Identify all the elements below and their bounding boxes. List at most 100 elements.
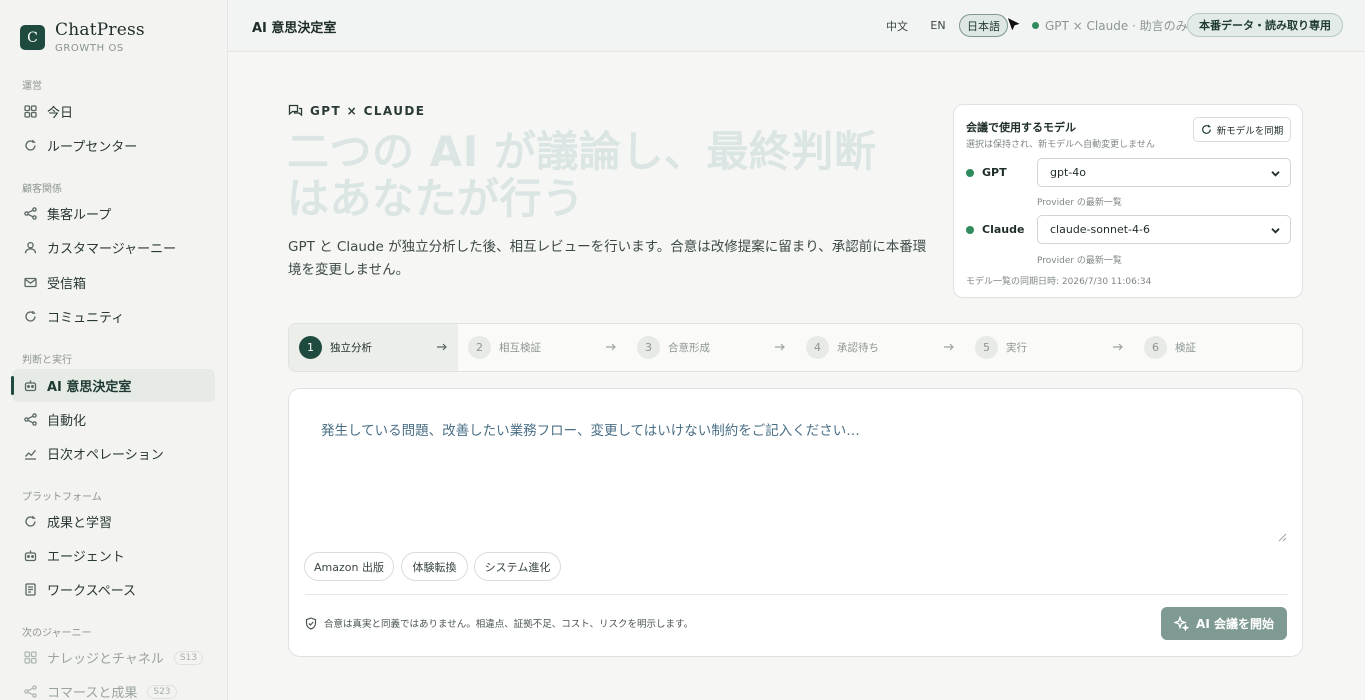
model-card-title: 会議で使用するモデル bbox=[966, 121, 1076, 134]
sidebar-item-inbox[interactable]: 受信箱 bbox=[12, 266, 215, 299]
start-ai-meeting-label: AI 会議を開始 bbox=[1196, 617, 1274, 631]
step-cross-review[interactable]: 2 相互検証 bbox=[458, 324, 627, 371]
consensus-disclaimer-text: 合意は真実と同義ではありません。相違点、証拠不足、コスト、リスクを明示します。 bbox=[324, 619, 694, 630]
step-consensus[interactable]: 3 合意形成 bbox=[627, 324, 796, 371]
sidebar-item-automation[interactable]: 自動化 bbox=[12, 403, 215, 436]
gpt-model-label: GPT bbox=[966, 166, 1007, 179]
claude-model-hint: Provider の最新一覧 bbox=[1037, 256, 1122, 266]
model-selection-card: 会議で使用するモデル 選択は保持され、新モデルへ自動変更しません 新モデルを同期… bbox=[953, 104, 1303, 298]
sparkle-icon bbox=[1174, 616, 1190, 631]
step-number: 2 bbox=[468, 336, 491, 359]
chip-system-evolution[interactable]: システム進化 bbox=[474, 552, 561, 581]
mail-icon bbox=[23, 276, 37, 290]
language-english[interactable]: EN bbox=[926, 14, 950, 37]
step-execution[interactable]: 5 実行 bbox=[965, 324, 1134, 371]
sidebar-item-label: 受信箱 bbox=[47, 277, 87, 292]
sidebar-item-label: 自動化 bbox=[47, 414, 87, 429]
model-sync-timestamp: モデル一覧の同期日時: 2026/7/30 11:06:34 bbox=[966, 277, 1152, 287]
claude-model-select[interactable]: claude-sonnet-4-6 bbox=[1037, 215, 1291, 244]
grid-icon bbox=[23, 105, 37, 119]
mode-status: GPT × Claude · 助言のみ bbox=[1032, 17, 1188, 34]
grid-icon bbox=[23, 651, 37, 665]
share-icon bbox=[23, 685, 37, 699]
brand-name: ChatPress bbox=[55, 20, 145, 40]
step-label: 検証 bbox=[1175, 342, 1196, 354]
sidebar-item-label: エージェント bbox=[47, 550, 125, 565]
brand-subtitle: GROWTH OS bbox=[55, 43, 124, 54]
sidebar-item-loop-center[interactable]: ループセンター bbox=[12, 129, 215, 162]
share-icon bbox=[23, 207, 37, 221]
sidebar-item-community[interactable]: コミュニティ bbox=[12, 300, 215, 333]
divider bbox=[305, 594, 1288, 595]
brand-logo: C bbox=[20, 25, 45, 50]
bot-icon bbox=[23, 549, 37, 563]
hero-description: GPT と Claude が独立分析した後、相互レビューを行います。合意は改修提… bbox=[288, 239, 927, 278]
sidebar-item-ai-decision-room[interactable]: AI 意思決定室 bbox=[11, 369, 215, 402]
mouse-cursor-icon bbox=[1006, 16, 1023, 34]
step-label: 承認待ち bbox=[837, 342, 879, 354]
chat-bubbles-icon bbox=[288, 104, 303, 118]
shield-check-icon bbox=[305, 616, 317, 630]
gpt-model-hint: Provider の最新一覧 bbox=[1037, 198, 1122, 208]
chart-icon bbox=[23, 447, 37, 461]
mode-status-text: GPT × Claude · 助言のみ bbox=[1045, 19, 1188, 33]
step-number: 5 bbox=[975, 336, 998, 359]
arrow-right-icon bbox=[774, 341, 786, 353]
sidebar-item-label: 今日 bbox=[47, 106, 74, 121]
sidebar-item-commerce-results[interactable]: コマースと成果 S23 bbox=[12, 675, 215, 700]
step-awaiting-approval[interactable]: 4 承認待ち bbox=[796, 324, 965, 371]
step-number: 1 bbox=[299, 336, 322, 359]
gpt-model-select[interactable]: gpt-4o bbox=[1037, 158, 1291, 187]
step-verification[interactable]: 6 検証 bbox=[1134, 324, 1302, 371]
nav-section-label: 次のジャーニー bbox=[22, 628, 92, 639]
sidebar-item-acquisition-loop[interactable]: 集客ループ bbox=[12, 197, 215, 230]
refresh-icon bbox=[23, 310, 37, 324]
refresh-icon bbox=[23, 515, 37, 529]
page-title: AI 意思決定室 bbox=[252, 21, 337, 36]
production-readonly-badge: 本番データ・読み取り専用 bbox=[1187, 13, 1343, 37]
sidebar-item-agents[interactable]: エージェント bbox=[12, 539, 215, 572]
sidebar-item-label: ワークスペース bbox=[47, 584, 137, 599]
status-dot-icon bbox=[1032, 22, 1039, 29]
nav-section-label: プラットフォーム bbox=[22, 492, 102, 503]
process-stepper: 1 独立分析 2 相互検証 3 合意形成 4 承認待ち 5 実行 6 検証 bbox=[288, 323, 1303, 372]
step-label: 実行 bbox=[1006, 342, 1027, 354]
sidebar-item-label: ループセンター bbox=[47, 140, 138, 155]
stage-badge: S13 bbox=[173, 650, 204, 665]
problem-input[interactable] bbox=[305, 405, 1288, 544]
language-chinese[interactable]: 中文 bbox=[882, 14, 912, 37]
sidebar-item-label: 集客ループ bbox=[47, 208, 112, 223]
sidebar-item-daily-operations[interactable]: 日次オペレーション bbox=[12, 437, 215, 470]
sidebar-item-label: 日次オペレーション bbox=[47, 448, 164, 463]
refresh-icon bbox=[23, 139, 37, 153]
brand[interactable]: C ChatPress GROWTH OS bbox=[20, 20, 145, 54]
hero-title: 二つの AI が議論し、最終判断はあなたが行う bbox=[287, 127, 877, 223]
sidebar-item-label: AI 意思決定室 bbox=[47, 380, 132, 395]
sidebar-item-label: コミュニティ bbox=[47, 311, 125, 326]
bot-icon bbox=[23, 379, 37, 393]
sidebar-item-label: カスタマージャーニー bbox=[47, 242, 177, 257]
sidebar-item-results-learning[interactable]: 成果と学習 bbox=[12, 505, 215, 538]
arrow-right-icon bbox=[436, 341, 448, 353]
start-ai-meeting-button[interactable]: AI 会議を開始 bbox=[1161, 607, 1287, 640]
chip-amazon-publishing[interactable]: Amazon 出版 bbox=[304, 552, 394, 581]
step-independent-analysis[interactable]: 1 独立分析 bbox=[289, 324, 458, 371]
sidebar-item-customer-journey[interactable]: カスタマージャーニー bbox=[12, 231, 215, 264]
problem-input-card: Amazon 出版 体験転換 システム進化 合意は真実と同義ではありません。相違… bbox=[288, 388, 1303, 657]
hero-eyebrow-text: GPT × CLAUDE bbox=[310, 104, 426, 118]
sidebar-item-label: 成果と学習 bbox=[47, 516, 113, 531]
sync-models-label: 新モデルを同期 bbox=[1216, 125, 1284, 137]
language-japanese[interactable]: 日本語 bbox=[959, 14, 1008, 37]
sync-models-button[interactable]: 新モデルを同期 bbox=[1193, 117, 1291, 142]
step-label: 合意形成 bbox=[668, 342, 710, 354]
sidebar-item-today[interactable]: 今日 bbox=[12, 95, 215, 128]
chip-experience-conversion[interactable]: 体験転換 bbox=[401, 552, 468, 581]
user-icon bbox=[23, 241, 37, 255]
sidebar-item-workspace[interactable]: ワークスペース bbox=[12, 573, 215, 606]
sidebar-item-label: コマースと成果 bbox=[47, 686, 138, 700]
consensus-disclaimer: 合意は真実と同義ではありません。相違点、証拠不足、コスト、リスクを明示します。 bbox=[305, 616, 693, 630]
resize-handle-icon[interactable] bbox=[1277, 532, 1287, 542]
stage-badge: S23 bbox=[147, 684, 177, 699]
sidebar-item-knowledge-channels[interactable]: ナレッジとチャネル S13 bbox=[12, 641, 215, 674]
chevron-down-icon bbox=[1270, 168, 1281, 179]
